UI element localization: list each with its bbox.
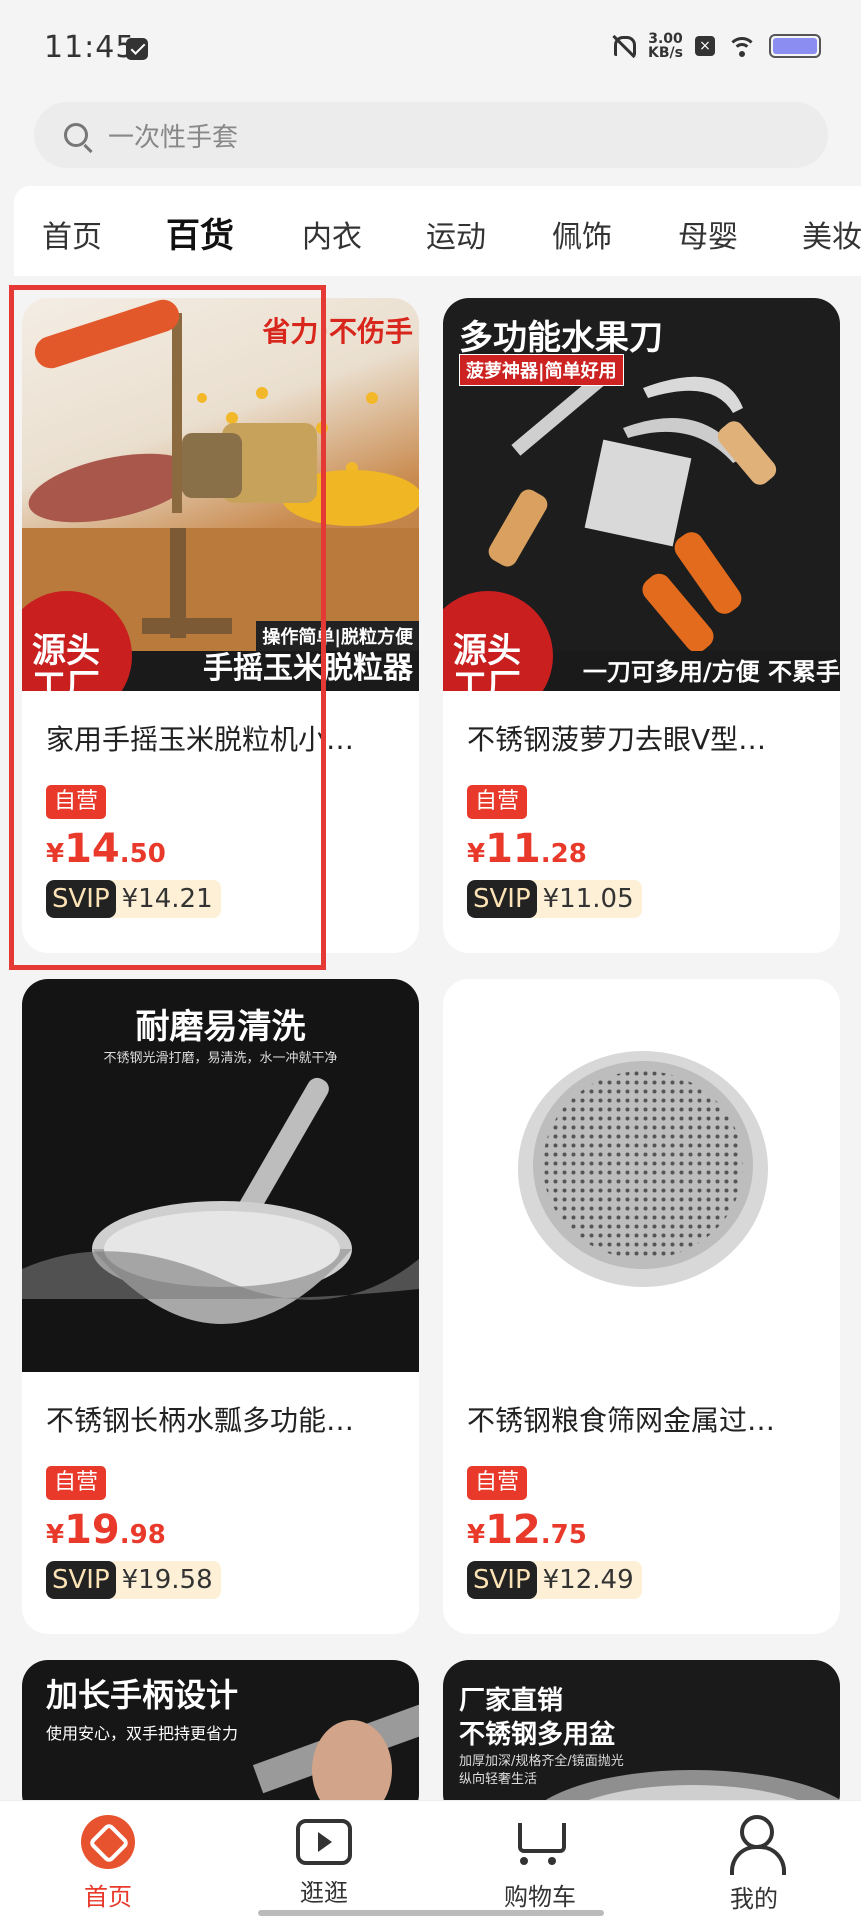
image-subline: 使用安心，双手把持更省力 <box>46 1724 239 1743</box>
product-card[interactable]: 厂家直销 不锈钢多用盆 加厚加深/规格齐全/镜面抛光 纵向轻奢生活 <box>443 1660 840 1820</box>
product-title[interactable]: 不锈钢菠萝刀去眼V型… <box>467 718 822 758</box>
price-decimal: .28 <box>540 839 587 869</box>
image-subline: 菠萝神器|简单好用 <box>459 354 624 386</box>
svip-price: ¥11.05 <box>542 884 634 914</box>
bottom-nav: 首页 逛逛 购物车 我的 <box>0 1800 861 1920</box>
category-tabs: 首页 百货 内衣 运动 佩饰 母婴 美妆 <box>14 186 861 276</box>
search-input[interactable]: 一次性手套 <box>108 117 238 154</box>
price-decimal: .98 <box>119 1520 166 1550</box>
product-image[interactable]: 加长手柄设计 使用安心，双手把持更省力 <box>22 1660 419 1820</box>
product-card[interactable]: 省力·不伤手 操作简单|脱粒方便 手摇玉米脱粒器 源头工厂 家用手摇玉米脱粒机小… <box>22 298 419 953</box>
image-footer-text: 手摇玉米脱粒器 <box>203 651 413 686</box>
home-icon <box>81 1815 135 1869</box>
product-title[interactable]: 不锈钢粮食筛网金属过… <box>467 1399 822 1439</box>
price-currency: ¥ <box>46 839 65 869</box>
tab-sports[interactable]: 运动 <box>426 212 486 256</box>
svip-label: SVIP <box>46 880 116 918</box>
price-currency: ¥ <box>46 1520 65 1550</box>
image-headline: 省力·不伤手 <box>262 315 413 348</box>
nav-home-label: 首页 <box>84 1883 132 1911</box>
tab-mother-baby[interactable]: 母婴 <box>678 212 738 256</box>
product-card[interactable]: 多功能水果刀 菠萝神器|简单好用 一刀可多用/方便 不累手 源头工厂 不锈钢菠萝… <box>443 298 840 953</box>
image-headline: 加长手柄设计 <box>46 1676 239 1714</box>
svip-label: SVIP <box>467 1561 537 1599</box>
svip-price: ¥14.21 <box>121 884 213 914</box>
tab-underwear[interactable]: 内衣 <box>302 212 362 256</box>
mute-bell-icon <box>610 33 637 59</box>
product-price: ¥12.75 <box>467 1507 587 1553</box>
status-icons: 3.00 KB/s × <box>610 32 821 60</box>
user-icon <box>726 1815 786 1875</box>
image-headline: 多功能水果刀 <box>459 318 663 358</box>
tab-general-merchandise[interactable]: 百货 <box>166 208 234 259</box>
self-operated-badge: 自营 <box>467 1466 528 1500</box>
product-image[interactable]: 耐磨易清洗 不锈钢光滑打磨，易清洗，水一冲就干净 <box>22 979 419 1372</box>
home-indicator[interactable] <box>258 1910 604 1916</box>
price-integer: 14 <box>64 826 120 872</box>
svip-price: ¥12.49 <box>542 1565 634 1595</box>
svip-label: SVIP <box>467 880 537 918</box>
close-box-icon: × <box>695 36 715 56</box>
tab-accessories[interactable]: 佩饰 <box>552 212 612 256</box>
net-speed: 3.00 KB/s <box>648 32 683 60</box>
self-operated-badge: 自营 <box>46 1466 107 1500</box>
search-bar[interactable]: 一次性手套 <box>34 102 828 168</box>
product-image[interactable]: 多功能水果刀 菠萝神器|简单好用 一刀可多用/方便 不累手 源头工厂 <box>443 298 840 691</box>
product-price: ¥19.98 <box>46 1507 166 1553</box>
nav-cart-label: 购物车 <box>504 1883 576 1911</box>
price-integer: 11 <box>485 826 541 872</box>
status-bar: 11:45 3.00 KB/s × <box>0 0 861 95</box>
nav-cart[interactable]: 购物车 <box>480 1815 600 1912</box>
tab-beauty[interactable]: 美妆 <box>802 212 861 256</box>
image-headline-2: 不锈钢多用盆 <box>459 1720 616 1750</box>
nav-browse[interactable]: 逛逛 <box>264 1815 384 1908</box>
image-headline: 厂家直销 <box>459 1686 564 1716</box>
price-currency: ¥ <box>467 839 486 869</box>
product-title[interactable]: 不锈钢长柄水瓢多功能… <box>46 1399 401 1439</box>
product-price: ¥14.50 <box>46 826 166 872</box>
product-card[interactable]: 加长手柄设计 使用安心，双手把持更省力 <box>22 1660 419 1820</box>
message-icon <box>126 38 148 60</box>
svip-price-tag: SVIP ¥14.21 <box>46 880 221 918</box>
product-card[interactable]: 不锈钢粮食筛网金属过… 自营 ¥12.75 SVIP ¥12.49 <box>443 979 840 1634</box>
nav-browse-label: 逛逛 <box>300 1879 348 1907</box>
svip-price-tag: SVIP ¥12.49 <box>467 1561 642 1599</box>
product-image[interactable]: 省力·不伤手 操作简单|脱粒方便 手摇玉米脱粒器 源头工厂 <box>22 298 419 691</box>
self-operated-badge: 自营 <box>46 785 107 819</box>
price-integer: 12 <box>485 1507 541 1553</box>
net-speed-value: 3.00 <box>648 31 683 47</box>
battery-icon <box>769 34 821 58</box>
product-image[interactable]: 厂家直销 不锈钢多用盆 加厚加深/规格齐全/镜面抛光 纵向轻奢生活 <box>443 1660 840 1820</box>
nav-profile[interactable]: 我的 <box>694 1815 814 1914</box>
self-operated-badge: 自营 <box>467 785 528 819</box>
status-time: 11:45 <box>44 30 136 65</box>
price-integer: 19 <box>64 1507 120 1553</box>
shopping-cart-icon <box>512 1815 568 1869</box>
product-card[interactable]: 耐磨易清洗 不锈钢光滑打磨，易清洗，水一冲就干净 不锈钢长柄水瓢多功能… 自营 … <box>22 979 419 1634</box>
svip-label: SVIP <box>46 1561 116 1599</box>
price-decimal: .75 <box>540 1520 587 1550</box>
image-subline: 加厚加深/规格齐全/镜面抛光 <box>459 1754 624 1769</box>
svip-price-tag: SVIP ¥11.05 <box>467 880 642 918</box>
product-price: ¥11.28 <box>467 826 587 872</box>
nav-home[interactable]: 首页 <box>48 1815 168 1912</box>
image-subline-2: 纵向轻奢生活 <box>459 1772 538 1787</box>
svip-price: ¥19.58 <box>121 1565 213 1595</box>
svip-price-tag: SVIP ¥19.58 <box>46 1561 221 1599</box>
search-icon <box>64 123 88 147</box>
image-footer-text: 一刀可多用/方便 不累手 <box>582 658 840 686</box>
net-speed-unit: KB/s <box>648 45 683 61</box>
image-subline: 不锈钢光滑打磨，易清洗，水一冲就干净 <box>103 1051 338 1066</box>
price-currency: ¥ <box>467 1520 486 1550</box>
price-decimal: .50 <box>119 839 166 869</box>
play-video-icon <box>296 1819 352 1865</box>
product-image[interactable] <box>443 979 840 1372</box>
tab-home[interactable]: 首页 <box>42 212 102 256</box>
product-title[interactable]: 家用手摇玉米脱粒机小… <box>46 718 401 758</box>
image-headline: 耐磨易清洗 <box>135 1007 306 1047</box>
nav-profile-label: 我的 <box>730 1885 778 1913</box>
grain-sieve-illustration <box>518 1051 768 1287</box>
wifi-icon <box>727 35 757 57</box>
